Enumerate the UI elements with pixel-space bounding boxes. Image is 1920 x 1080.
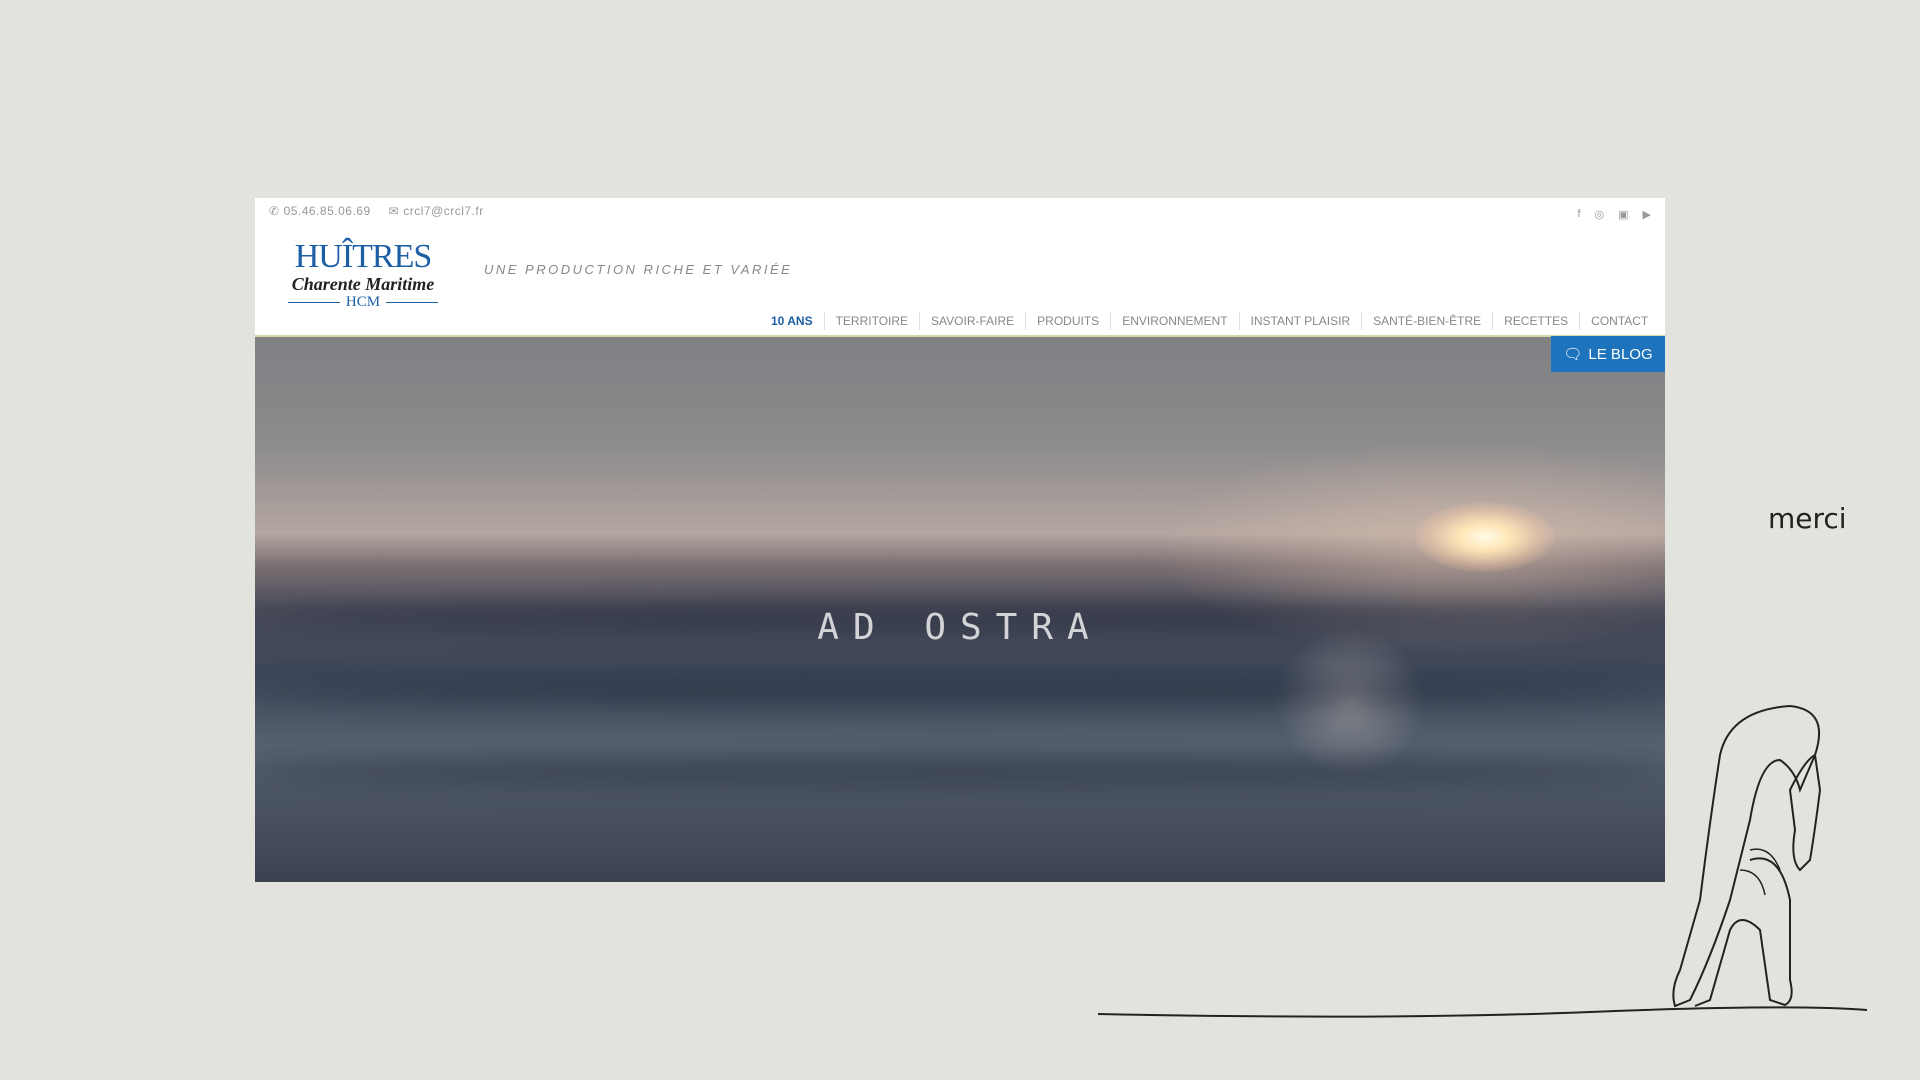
- facebook-icon[interactable]: f: [1577, 208, 1580, 221]
- nav-contact[interactable]: CONTACT: [1579, 312, 1659, 330]
- nav-territoire[interactable]: TERRITOIRE: [823, 312, 919, 330]
- envelope-icon: ✉: [388, 204, 400, 218]
- nav-recettes[interactable]: RECETTES: [1492, 312, 1579, 330]
- tagline: UNE PRODUCTION RICHE ET VARIÉE: [484, 262, 793, 277]
- youtube-icon[interactable]: ▶: [1643, 208, 1651, 221]
- nav-instant-plaisir[interactable]: INSTANT PLAISIR: [1238, 312, 1362, 330]
- social-links: f ◎ ▣ ▶: [1577, 208, 1651, 221]
- blog-button[interactable]: 🗨 LE BLOG: [1551, 336, 1665, 372]
- nav-savoir-faire[interactable]: SAVOIR-FAIRE: [919, 312, 1025, 330]
- tripadvisor-icon[interactable]: ◎: [1595, 208, 1605, 221]
- email[interactable]: ✉ crcl7@crcl7.fr: [389, 204, 484, 218]
- contact-bar: ✆ 05.46.85.06.69 ✉ crcl7@crcl7.fr: [269, 204, 484, 218]
- nav-environnement[interactable]: ENVIRONNEMENT: [1110, 312, 1238, 330]
- logo[interactable]: HUÎTRES Charente Maritime HCM: [288, 240, 438, 311]
- hero-title: AD OSTRA: [817, 607, 1103, 648]
- merci-text: merci: [1768, 502, 1847, 535]
- phone[interactable]: ✆ 05.46.85.06.69: [269, 204, 371, 218]
- walking-fingers-illustration: [1097, 704, 1868, 1018]
- nav-sante-bien-etre[interactable]: SANTÉ-BIEN-ÊTRE: [1361, 312, 1492, 330]
- phone-icon: ✆: [269, 204, 280, 218]
- nav-10-ans[interactable]: 10 ANS: [760, 312, 824, 330]
- main-nav: 10 ANS TERRITOIRE SAVOIR-FAIRE PRODUITS …: [760, 312, 1659, 330]
- nav-produits[interactable]: PRODUITS: [1025, 312, 1110, 330]
- chat-icon: 🗨: [1563, 346, 1583, 363]
- sun: [1415, 502, 1555, 572]
- instagram-icon[interactable]: ▣: [1618, 208, 1628, 221]
